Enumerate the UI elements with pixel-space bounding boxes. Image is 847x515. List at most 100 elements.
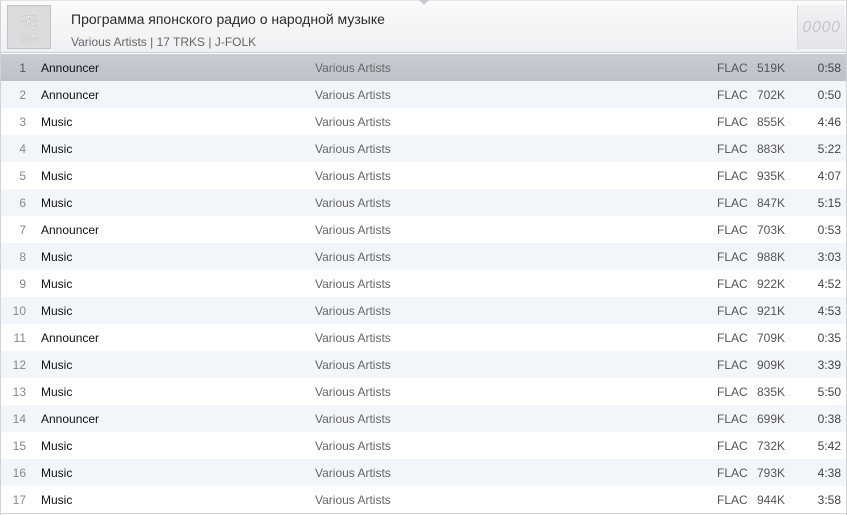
track-artist: Various Artists (315, 142, 391, 156)
track-duration: 0:50 (817, 88, 841, 102)
track-row[interactable]: 16 Music Various Artists FLAC 793K 4:38 (1, 459, 846, 486)
track-duration: 5:15 (817, 196, 841, 210)
track-number: 8 (19, 250, 26, 264)
track-row[interactable]: 2 Announcer Various Artists FLAC 702K 0:50 (1, 81, 846, 108)
track-duration: 0:38 (817, 412, 841, 426)
track-bitrate: 988K (757, 250, 786, 264)
track-title: Music (41, 250, 73, 264)
album-rating[interactable]: 0000 (797, 5, 845, 49)
album-meta[interactable]: Various Artists | 17 TRKS | J-FOLK (71, 35, 256, 49)
track-title: Announcer (41, 88, 100, 102)
track-row[interactable]: 6 Music Various Artists FLAC 847K 5:15 (1, 189, 846, 216)
track-duration: 0:35 (817, 331, 841, 345)
track-duration: 3:39 (817, 358, 841, 372)
track-row[interactable]: 10 Music Various Artists FLAC 921K 4:53 (1, 297, 846, 324)
track-format: FLAC (717, 439, 748, 453)
track-number: 4 (19, 142, 26, 156)
track-format: FLAC (717, 250, 748, 264)
track-number: 15 (12, 439, 26, 453)
track-artist: Various Artists (315, 88, 391, 102)
track-number: 6 (19, 196, 26, 210)
track-bitrate: 702K (757, 88, 786, 102)
rating-value: 0000 (802, 18, 841, 36)
track-number: 14 (12, 412, 26, 426)
track-artist: Various Artists (315, 169, 391, 183)
track-format: FLAC (717, 331, 748, 345)
track-artist: Various Artists (315, 412, 391, 426)
album-header: 无 封面 Программа японского радио о народно… (1, 0, 846, 53)
track-title: Music (41, 196, 73, 210)
track-row[interactable]: 8 Music Various Artists FLAC 988K 3:03 (1, 243, 846, 270)
track-format: FLAC (717, 142, 748, 156)
track-bitrate: 909K (757, 358, 786, 372)
track-bitrate: 835K (757, 385, 786, 399)
track-bitrate: 793K (757, 466, 786, 480)
track-row[interactable]: 12 Music Various Artists FLAC 909K 3:39 (1, 351, 846, 378)
track-number: 5 (19, 169, 26, 183)
track-bitrate: 519K (757, 61, 786, 75)
track-number: 2 (19, 88, 26, 102)
track-title: Music (41, 277, 73, 291)
track-number: 17 (12, 493, 26, 507)
track-format: FLAC (717, 412, 748, 426)
track-artist: Various Artists (315, 385, 391, 399)
track-row[interactable]: 5 Music Various Artists FLAC 935K 4:07 (1, 162, 846, 189)
track-duration: 5:22 (817, 142, 841, 156)
track-artist: Various Artists (315, 331, 391, 345)
track-title: Announcer (41, 223, 100, 237)
divider (1, 513, 846, 514)
track-bitrate: 855K (757, 115, 786, 129)
track-title: Music (41, 385, 73, 399)
track-title: Music (41, 493, 73, 507)
svg-text:无: 无 (21, 13, 37, 32)
track-row[interactable]: 11 Announcer Various Artists FLAC 709K 0:35 (1, 324, 846, 351)
track-format: FLAC (717, 115, 748, 129)
track-number: 7 (19, 223, 26, 237)
track-number: 12 (12, 358, 26, 372)
track-title: Music (41, 358, 73, 372)
svg-text:封面: 封面 (20, 33, 38, 45)
track-format: FLAC (717, 196, 748, 210)
track-row[interactable]: 1 Announcer Various Artists FLAC 519K 0:58 (1, 54, 846, 81)
track-number: 10 (12, 304, 26, 318)
track-bitrate: 732K (757, 439, 786, 453)
track-bitrate: 922K (757, 277, 786, 291)
track-row[interactable]: 15 Music Various Artists FLAC 732K 5:42 (1, 432, 846, 459)
track-format: FLAC (717, 385, 748, 399)
track-format: FLAC (717, 466, 748, 480)
track-duration: 4:38 (817, 466, 841, 480)
track-artist: Various Artists (315, 439, 391, 453)
track-bitrate: 883K (757, 142, 786, 156)
collapse-notch-icon[interactable] (419, 0, 429, 5)
track-bitrate: 847K (757, 196, 786, 210)
track-title: Announcer (41, 412, 100, 426)
track-title: Music (41, 304, 73, 318)
track-row[interactable]: 14 Announcer Various Artists FLAC 699K 0:38 (1, 405, 846, 432)
track-artist: Various Artists (315, 196, 391, 210)
track-format: FLAC (717, 61, 748, 75)
track-duration: 3:03 (817, 250, 841, 264)
track-format: FLAC (717, 277, 748, 291)
track-duration: 0:53 (817, 223, 841, 237)
track-row[interactable]: 4 Music Various Artists FLAC 883K 5:22 (1, 135, 846, 162)
track-row[interactable]: 3 Music Various Artists FLAC 855K 4:46 (1, 108, 846, 135)
track-bitrate: 699K (757, 412, 786, 426)
track-duration: 4:46 (817, 115, 841, 129)
track-number: 1 (19, 61, 26, 75)
track-row[interactable]: 17 Music Various Artists FLAC 944K 3:58 (1, 486, 846, 513)
track-title: Announcer (41, 61, 100, 75)
track-duration: 5:50 (817, 385, 841, 399)
track-number: 11 (13, 331, 26, 345)
track-number: 3 (19, 115, 26, 129)
track-row[interactable]: 7 Announcer Various Artists FLAC 703K 0:53 (1, 216, 846, 243)
track-row[interactable]: 13 Music Various Artists FLAC 835K 5:50 (1, 378, 846, 405)
track-title: Announcer (41, 331, 100, 345)
track-title: Music (41, 466, 73, 480)
track-artist: Various Artists (315, 466, 391, 480)
track-format: FLAC (717, 304, 748, 318)
track-row[interactable]: 9 Music Various Artists FLAC 922K 4:52 (1, 270, 846, 297)
album-cover-placeholder-icon[interactable]: 无 封面 (7, 5, 51, 49)
track-bitrate: 709K (757, 331, 786, 345)
track-format: FLAC (717, 223, 748, 237)
track-artist: Various Artists (315, 358, 391, 372)
